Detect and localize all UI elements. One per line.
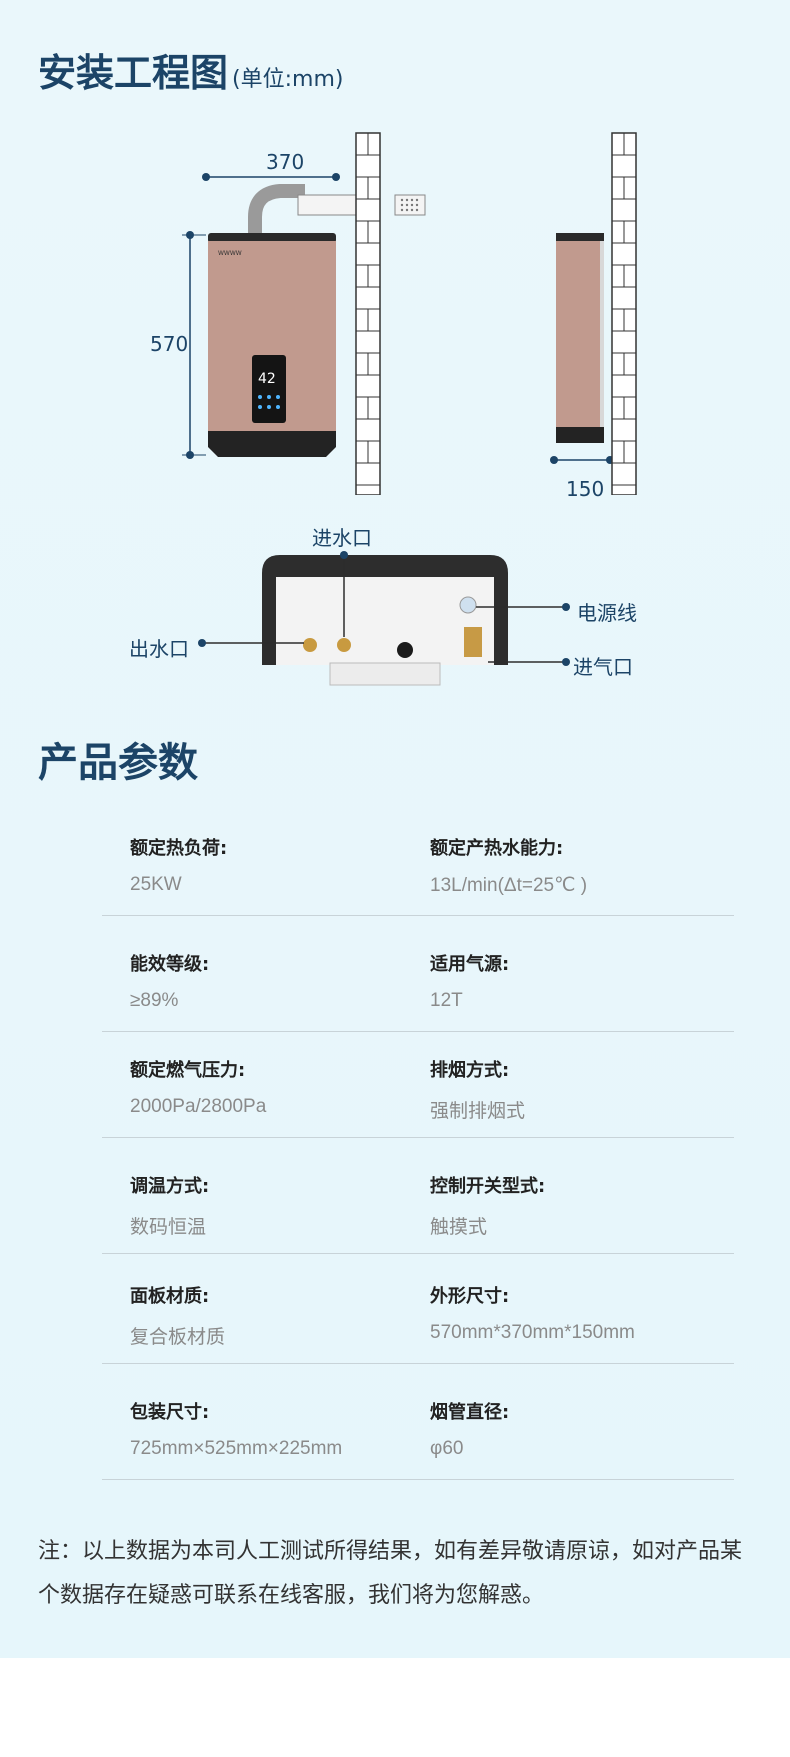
dim-width-label: 370 xyxy=(266,150,305,174)
gas-inlet-label: 进气口 xyxy=(573,655,633,679)
spec-item: 能效等级: ≥89% xyxy=(130,954,210,1011)
spec-item: 额定燃气压力: 2000Pa/2800Pa xyxy=(130,1060,267,1117)
row-divider xyxy=(102,1363,734,1364)
spec-item: 额定热负荷: 25KW xyxy=(130,838,228,895)
spec-row: 包装尺寸: 725mm×525mm×225mm 烟管直径: φ60 xyxy=(102,1370,734,1480)
spec-row: 额定燃气压力: 2000Pa/2800Pa 排烟方式: 强制排烟式 xyxy=(102,1028,734,1138)
row-divider xyxy=(102,915,734,916)
spec-item: 额定产热水能力: 13L/min(Δt=25℃ ) xyxy=(430,838,588,896)
spec-row: 调温方式: 数码恒温 控制开关型式: 触摸式 xyxy=(102,1144,734,1254)
spec-item: 面板材质: 复合板材质 xyxy=(130,1286,226,1348)
dim-depth-label: 150 xyxy=(566,477,605,501)
spec-item: 烟管直径: φ60 xyxy=(430,1402,510,1459)
spec-item: 包装尺寸: 725mm×525mm×225mm xyxy=(130,1402,343,1459)
spec-row: 额定热负荷: 25KW 额定产热水能力: 13L/min(Δt=25℃ ) xyxy=(102,806,734,916)
dim-height-label: 570 xyxy=(150,332,189,356)
svg-text:WWWW: WWWW xyxy=(218,250,242,257)
spec-item: 外形尺寸: 570mm*370mm*150mm xyxy=(430,1286,635,1343)
front-view-diagram: WWWW 42 xyxy=(182,132,426,495)
power-cable-label: 电源线 xyxy=(577,601,637,625)
unit-label: (单位:mm) xyxy=(232,67,344,92)
display-temperature: 42 xyxy=(258,371,276,387)
water-inlet-label: 进水口 xyxy=(312,526,372,550)
disclaimer-note: 注：以上数据为本司人工测试所得结果，如有差异敬请原谅，如对产品某个数据存在疑惑可… xyxy=(38,1539,743,1608)
spec-row: 能效等级: ≥89% 适用气源: 12T xyxy=(102,922,734,1032)
spec-item: 适用气源: 12T xyxy=(430,954,510,1011)
spec-row: 面板材质: 复合板材质 外形尺寸: 570mm*370mm*150mm xyxy=(102,1254,734,1364)
spec-item: 排烟方式: 强制排烟式 xyxy=(430,1060,526,1122)
install-section-title: 安装工程图 (单位:mm) xyxy=(38,51,344,95)
spec-item: 控制开关型式: 触摸式 xyxy=(430,1176,546,1238)
water-outlet-label: 出水口 xyxy=(129,637,189,661)
row-divider xyxy=(102,1479,734,1480)
side-view-diagram xyxy=(550,132,637,495)
spec-item: 调温方式: 数码恒温 xyxy=(130,1176,210,1238)
row-divider xyxy=(102,1137,734,1138)
params-section-title: 产品参数 xyxy=(38,740,198,786)
